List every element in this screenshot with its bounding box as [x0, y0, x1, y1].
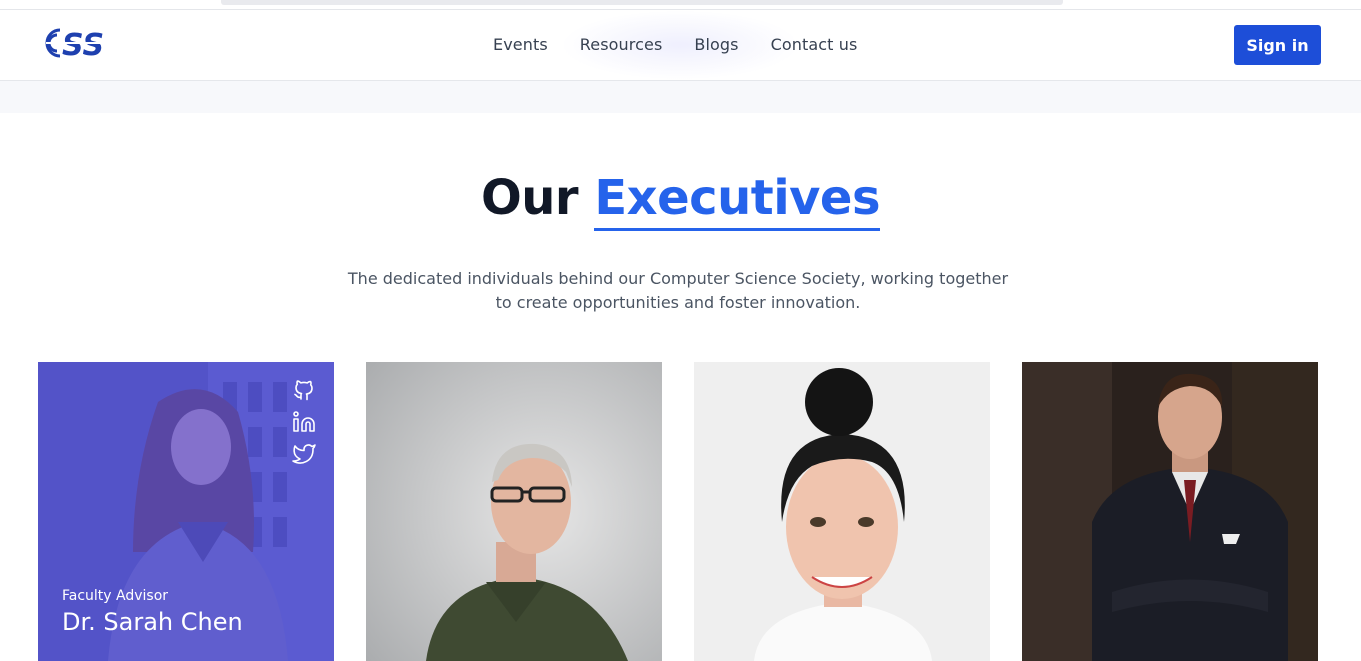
github-icon[interactable]	[292, 378, 316, 402]
executive-card-3[interactable]	[694, 362, 990, 661]
section-subtitle: The dedicated individuals behind our Com…	[345, 267, 1011, 315]
linkedin-icon[interactable]	[292, 410, 316, 434]
subtitle-line-1: The dedicated individuals behind our Com…	[347, 269, 1009, 288]
nav-events[interactable]: Events	[493, 35, 548, 54]
section-title-plain: Our	[480, 170, 579, 226]
executive-card-4[interactable]	[1022, 362, 1318, 661]
css-logo[interactable]: SS	[40, 26, 112, 60]
section-title: Our Executives	[0, 170, 1361, 231]
executive-card-2[interactable]	[366, 362, 662, 661]
sign-in-button[interactable]: Sign in	[1234, 25, 1321, 65]
nav-resources[interactable]: Resources	[580, 35, 663, 54]
executive-name: Dr. Sarah Chen	[62, 608, 243, 636]
main-nav: Events Resources Blogs Contact us	[493, 35, 857, 54]
executive-photo	[1022, 362, 1318, 661]
site-header: SS Events Resources Blogs Contact us Sig…	[0, 10, 1361, 81]
executive-role: Faculty Advisor	[62, 588, 169, 604]
subtitle-line-2: to create opportunities and foster innov…	[495, 293, 861, 312]
hero-bottom-strip	[0, 81, 1361, 113]
executive-photo	[694, 362, 990, 661]
twitter-icon[interactable]	[292, 442, 316, 466]
horizontal-scrollbar[interactable]	[221, 0, 1063, 5]
nav-contact[interactable]: Contact us	[771, 35, 858, 54]
top-scroll-area	[0, 0, 1361, 10]
section-title-accent: Executives	[594, 170, 881, 231]
executive-card-1[interactable]: Faculty Advisor Dr. Sarah Chen	[38, 362, 334, 661]
executive-photo	[366, 362, 662, 661]
social-links	[292, 378, 316, 466]
nav-blogs[interactable]: Blogs	[694, 35, 738, 54]
